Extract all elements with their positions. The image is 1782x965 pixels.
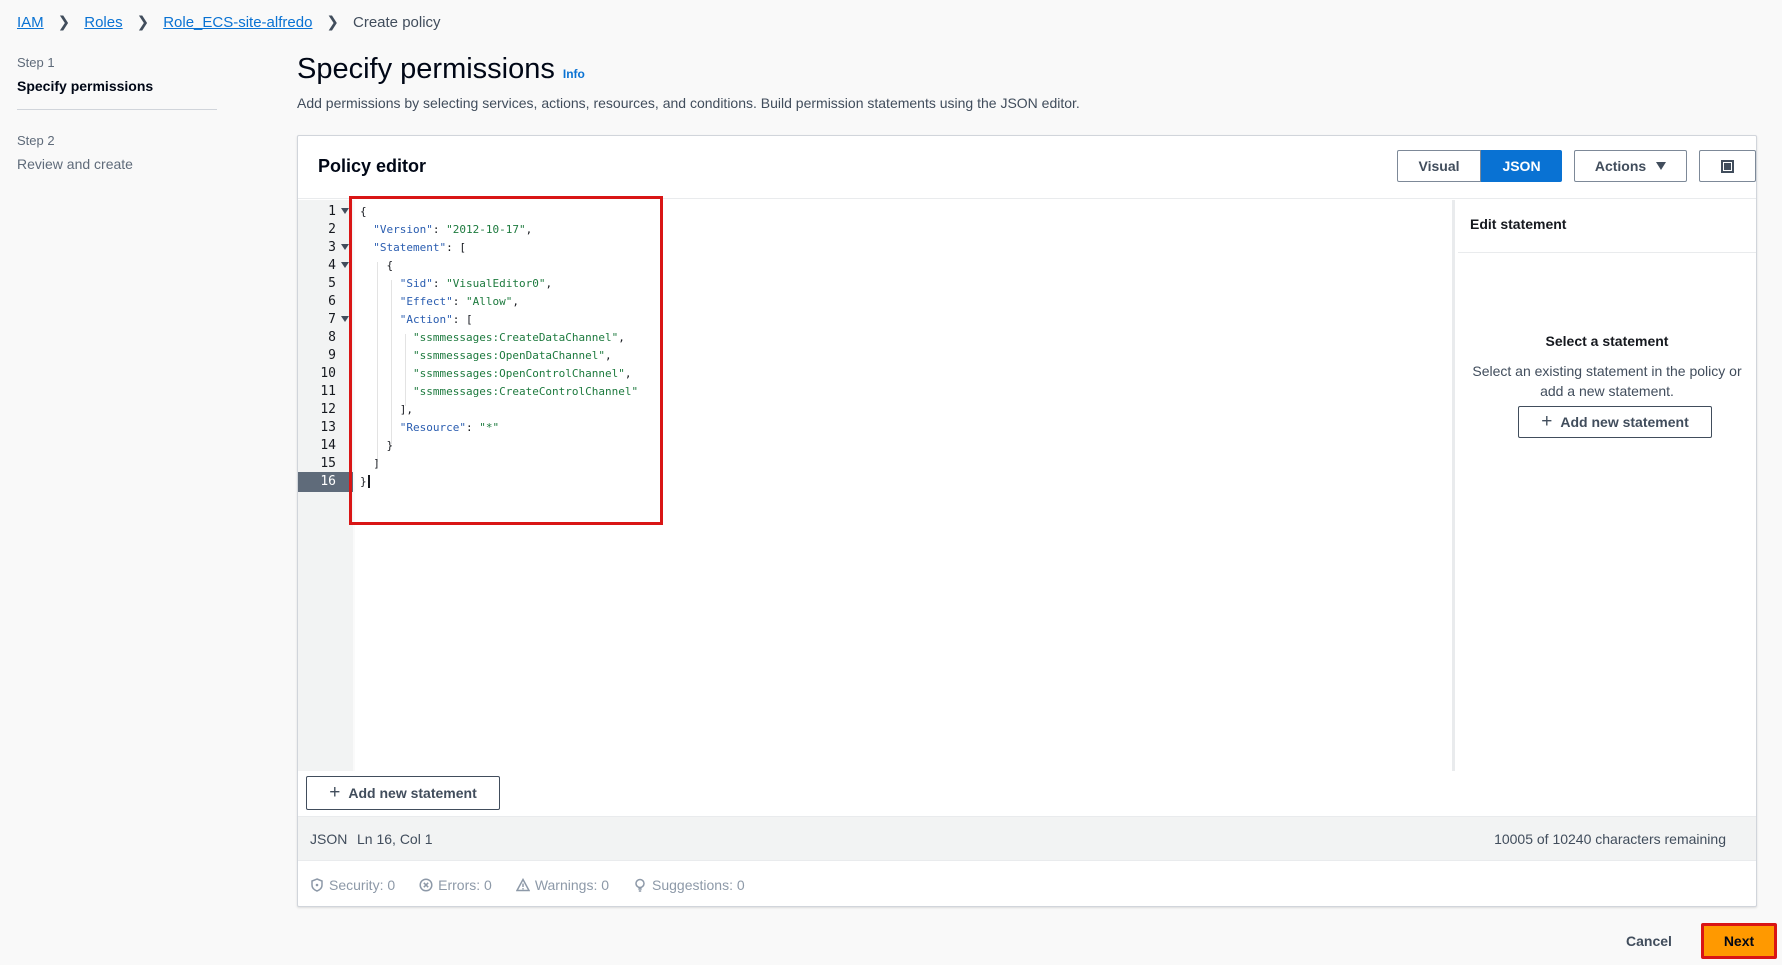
line-number: 6 — [328, 294, 336, 309]
breadcrumb-current: Create policy — [353, 13, 441, 31]
caret-down-icon — [1656, 162, 1667, 170]
code-line: { — [386, 259, 394, 272]
step-1-title: Specify permissions — [17, 78, 154, 94]
code-line: ] — [373, 457, 380, 470]
status-cursor-position: Ln 16, Col 1 — [357, 831, 433, 847]
code-line: "Sid": "VisualEditor0", — [399, 277, 553, 290]
select-statement-title: Select a statement — [1545, 333, 1669, 349]
code-line: "Resource": "*" — [399, 421, 500, 434]
line-number: 12 — [320, 402, 336, 417]
code-line: "ssmmessages:CreateDataChannel", — [412, 331, 625, 344]
breadcrumb-role[interactable]: Role_ECS-site-alfredo — [163, 14, 312, 31]
code-line: "ssmmessages:OpenDataChannel", — [412, 349, 612, 362]
code-line: "Action": [ — [399, 313, 473, 326]
editor-mode-toggle: Visual JSON — [1397, 150, 1562, 182]
step-divider — [17, 109, 217, 110]
code-line: }​ — [360, 472, 370, 492]
wizard-steps: Step 1 Specify permissions Step 2 Review… — [17, 55, 217, 172]
policy-editor-panel: Policy editor Visual JSON Actions 1 2 3 … — [297, 135, 1757, 907]
code-line: { — [360, 205, 367, 218]
editor-status-bar: JSON Ln 16, Col 1 10005 of 10240 charact… — [298, 816, 1756, 861]
error-icon — [419, 878, 433, 892]
status-language: JSON — [310, 831, 348, 847]
line-number: 9 — [328, 348, 336, 363]
next-button[interactable]: Next — [1701, 923, 1777, 959]
code-line: } — [386, 439, 394, 452]
visual-mode-button[interactable]: Visual — [1397, 150, 1481, 182]
actions-dropdown[interactable]: Actions — [1574, 150, 1687, 182]
breadcrumb: IAM ❯ Roles ❯ Role_ECS-site-alfredo ❯ Cr… — [17, 13, 441, 32]
edit-statement-panel: Edit statement Select a statement Select… — [1458, 200, 1756, 814]
line-number: 5 — [328, 276, 336, 291]
breadcrumb-iam[interactable]: IAM — [17, 14, 44, 31]
line-number: 10 — [320, 366, 336, 381]
edit-statement-title: Edit statement — [1470, 216, 1567, 232]
page-title: Specify permissions Info — [297, 53, 585, 86]
plus-icon: + — [1541, 411, 1553, 432]
line-number: 4 — [298, 256, 353, 276]
lightbulb-icon — [635, 878, 645, 892]
step-2-number: Step 2 — [17, 133, 55, 148]
actions-label: Actions — [1594, 158, 1647, 174]
split-panel-icon — [1721, 159, 1734, 173]
page-title-text: Specify permissions — [297, 53, 555, 85]
line-gutter: 1 2 3 4 5 6 7 8 9 10 11 12 13 14 15 16 — [298, 200, 353, 771]
step-2-title[interactable]: Review and create — [17, 156, 217, 172]
side-divider — [1458, 252, 1756, 253]
cancel-button[interactable]: Cancel — [1626, 933, 1672, 949]
breadcrumb-roles[interactable]: Roles — [84, 14, 122, 31]
chevron-right-icon: ❯ — [326, 14, 339, 31]
validation-errors[interactable]: Errors: 0 — [419, 877, 492, 893]
select-statement-text: Select an existing statement in the poli… — [1472, 363, 1742, 399]
line-number: 7 — [298, 310, 353, 330]
json-editor[interactable]: 1 2 3 4 5 6 7 8 9 10 11 12 13 14 15 16 {… — [298, 200, 1455, 771]
side-add-new-statement-button[interactable]: + Add new statement — [1518, 406, 1712, 438]
line-number: 1 — [298, 202, 353, 222]
code-line: "ssmmessages:OpenControlChannel", — [412, 367, 632, 380]
code-line: ], — [399, 403, 413, 416]
split-panel-toggle[interactable] — [1699, 150, 1756, 182]
page-description: Add permissions by selecting services, a… — [297, 95, 1080, 111]
info-link[interactable]: Info — [563, 67, 585, 81]
line-number: 15 — [320, 456, 336, 471]
validation-summary: Security: 0 Errors: 0 Warnings: 0 Sugges… — [310, 877, 769, 893]
code-line: "Statement": [ — [373, 241, 466, 254]
status-characters-remaining: 10005 of 10240 characters remaining — [1494, 831, 1726, 847]
add-statement-label: Add new statement — [348, 785, 477, 801]
plus-icon: + — [329, 782, 341, 803]
fold-icon — [341, 244, 349, 250]
fold-icon — [341, 316, 349, 322]
validation-security[interactable]: Security: 0 — [310, 877, 395, 893]
line-number: 3 — [298, 238, 353, 258]
step-1-number: Step 1 — [17, 55, 55, 70]
validation-suggestions[interactable]: Suggestions: 0 — [633, 877, 745, 893]
chevron-right-icon: ❯ — [136, 14, 150, 31]
add-new-statement-button[interactable]: + Add new statement — [306, 776, 500, 810]
line-number: 8 — [328, 330, 336, 345]
fold-icon — [341, 208, 349, 214]
code-line: "Effect": "Allow", — [399, 295, 519, 308]
validation-warnings[interactable]: Warnings: 0 — [515, 877, 609, 893]
line-number: 14 — [320, 438, 336, 453]
shield-icon — [311, 878, 323, 892]
chevron-right-icon: ❯ — [57, 14, 71, 31]
line-number: 13 — [320, 420, 336, 435]
code-line: "ssmmessages:CreateControlChannel" — [412, 385, 639, 398]
line-number: 2 — [328, 222, 336, 237]
side-add-statement-label: Add new statement — [1560, 414, 1689, 430]
policy-editor-title: Policy editor — [318, 156, 427, 176]
panel-header: Policy editor Visual JSON Actions — [298, 136, 1756, 199]
code-area[interactable]: { "Version": "2012-10-17", "Statement": … — [355, 200, 1452, 771]
line-number: 11 — [320, 384, 336, 399]
line-number-active: 16 — [298, 472, 353, 492]
code-line: "Version": "2012-10-17", — [373, 223, 533, 236]
fold-icon — [341, 262, 349, 268]
json-mode-button[interactable]: JSON — [1481, 150, 1562, 182]
warning-icon — [515, 878, 530, 892]
